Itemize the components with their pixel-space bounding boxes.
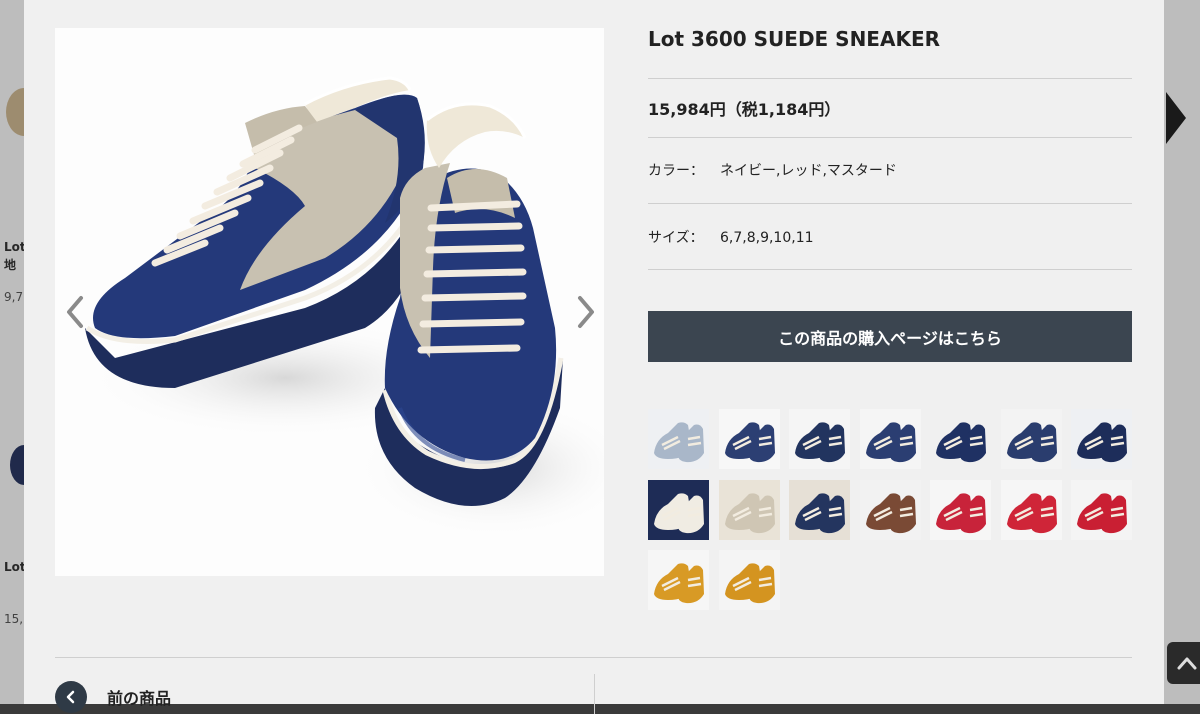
thumbnail-sole-bottom[interactable]	[859, 479, 921, 540]
thumbnail-image	[795, 492, 845, 533]
chevron-up-icon	[1177, 657, 1197, 670]
pager-separator	[594, 674, 595, 714]
sneaker-photo	[85, 76, 604, 538]
thumbnail-image	[654, 563, 704, 604]
divider	[648, 203, 1132, 204]
product-price: 15,984円（税1,184円）	[648, 100, 841, 119]
thumbnail-image	[654, 492, 704, 533]
chevron-left-icon	[67, 296, 83, 328]
thumbnail-image	[1006, 492, 1057, 533]
thumbnail-image	[724, 563, 775, 604]
divider	[55, 657, 1132, 658]
divider	[648, 137, 1132, 138]
thumbnail-navy-top-view[interactable]	[859, 409, 921, 469]
thumbnail-image	[654, 422, 704, 463]
chevron-left-icon	[66, 690, 75, 704]
divider	[648, 78, 1132, 79]
thumbnail-image	[936, 422, 986, 463]
thumbnail-navy-heel-close[interactable]	[930, 409, 991, 469]
thumbnail-image	[1006, 422, 1057, 463]
previous-product-link[interactable]: 前の商品	[107, 685, 171, 709]
purchase-page-button[interactable]: この商品の購入ページはこちら	[648, 311, 1132, 362]
thumbnail-red-close[interactable]	[1071, 479, 1132, 540]
color-label: カラー：	[648, 163, 704, 179]
thumbnail-image	[1077, 492, 1127, 533]
next-image-button[interactable]	[570, 290, 600, 334]
thumbnail-warehouse-insole[interactable]	[718, 479, 780, 540]
main-product-image	[55, 28, 604, 576]
product-quickview-modal: Lot 3600 SUEDE SNEAKER 15,984円（税1,184円） …	[24, 0, 1164, 714]
chevron-right-icon	[578, 296, 594, 328]
thumbnail-warehouse-tag-navy[interactable]	[648, 479, 709, 540]
thumbnail-mustard-close[interactable]	[718, 550, 780, 610]
thumbnail-navy-pair-side[interactable]	[789, 409, 850, 469]
product-title: Lot 3600 SUEDE SNEAKER	[648, 27, 941, 51]
size-row: サイズ： 6,7,8,9,10,11	[648, 227, 814, 247]
color-row: カラー： ネイビー,レッド,マスタード	[648, 160, 897, 180]
thumbnail-image	[1077, 422, 1127, 463]
thumbnail-red-pair-front[interactable]	[930, 479, 991, 540]
divider	[648, 269, 1132, 270]
previous-image-button[interactable]	[61, 290, 91, 334]
size-label: サイズ：	[648, 230, 704, 246]
thumbnail-image	[724, 422, 775, 463]
thumbnail-navy-pair-front[interactable]	[718, 409, 780, 469]
thumbnail-navy-sole-stripe[interactable]	[1071, 409, 1132, 469]
thumbnail-image	[865, 422, 916, 463]
thumbnail-image	[865, 492, 916, 533]
thumbnail-image	[795, 422, 845, 463]
thumbnail-image	[724, 492, 775, 533]
previous-product-button[interactable]	[55, 681, 87, 713]
thumbnail-light-blue-pair[interactable]	[648, 409, 709, 469]
thumbnail-red-pair-side[interactable]	[1000, 479, 1062, 540]
thumbnail-mustard-pair-front[interactable]	[648, 550, 709, 610]
size-value: 6,7,8,9,10,11	[720, 230, 814, 246]
color-value: ネイビー,レッド,マスタード	[720, 163, 897, 179]
thumbnail-image	[936, 492, 986, 533]
scroll-to-top-button[interactable]	[1167, 642, 1200, 684]
thumbnail-navy-back-pair[interactable]	[1000, 409, 1062, 469]
thumbnail-laces-close[interactable]	[789, 479, 850, 540]
